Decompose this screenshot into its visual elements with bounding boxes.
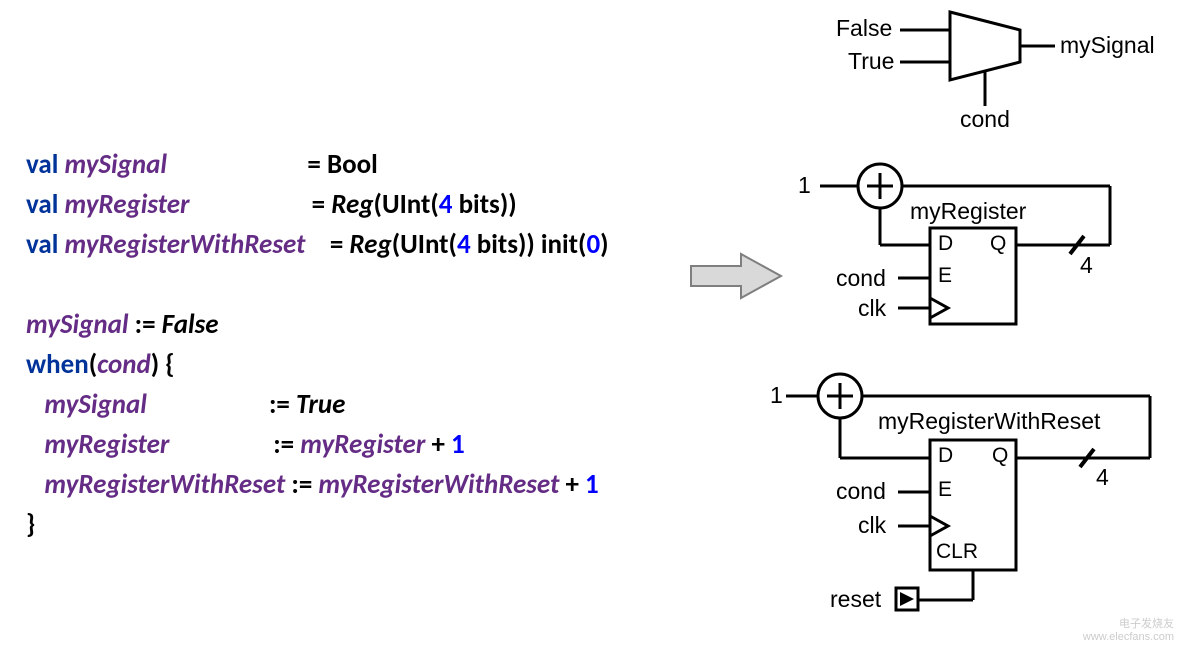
id-mySignal: mySignal <box>26 308 129 341</box>
type-bool: Bool <box>327 148 378 181</box>
brace-close: } <box>26 508 35 541</box>
eq: = <box>307 148 320 181</box>
port-d: D <box>938 232 953 256</box>
adder-input-1: 1 <box>770 382 783 409</box>
p: ) <box>600 228 608 261</box>
mux-diagram <box>870 6 1170 136</box>
signal-cond: cond <box>836 265 886 292</box>
p: ) { <box>151 348 175 381</box>
id-myRegister: myRegister <box>44 428 169 461</box>
signal-reset: reset <box>830 586 881 613</box>
id-myRegister: myRegister <box>300 428 425 461</box>
mux-output: mySignal <box>1060 32 1155 59</box>
op-plus: + <box>565 468 578 501</box>
op-assign: := <box>135 308 156 341</box>
register-name: myRegister <box>910 198 1026 225</box>
mux-input-false: False <box>836 15 892 42</box>
id-myRegisterWithReset: myRegisterWithReset <box>318 468 559 501</box>
register-reset-name: myRegisterWithReset <box>878 408 1100 435</box>
port-e: E <box>938 264 952 288</box>
watermark-line1: 电子发烧友 <box>1119 618 1174 630</box>
id-myRegister: myRegister <box>64 188 189 221</box>
reg: Reg <box>331 188 373 221</box>
p: (UInt( <box>392 228 457 261</box>
op-assign: := <box>269 388 290 421</box>
port-q: Q <box>992 444 1008 468</box>
id-mySignal: mySignal <box>64 148 167 181</box>
p: bits)) <box>452 188 516 221</box>
signal-clk: clk <box>858 295 886 322</box>
watermark-line2: www.elecfans.com <box>1083 631 1174 643</box>
val-true: True <box>296 388 345 421</box>
val-false: False <box>162 308 219 341</box>
code-block: val mySignal = Bool val myRegister = Reg… <box>26 105 609 545</box>
arrow-icon <box>686 246 786 306</box>
p: ( <box>89 348 97 381</box>
p: bits)) init( <box>471 228 587 261</box>
kw-when: when <box>26 348 89 381</box>
mux-select: cond <box>960 106 1010 133</box>
port-e: E <box>938 478 952 502</box>
diagram-area: False True mySignal cond 1 myRegister D … <box>780 0 1184 649</box>
bus-width-4: 4 <box>1096 464 1109 491</box>
port-d: D <box>938 444 953 468</box>
kw-val: val <box>26 148 58 181</box>
signal-clk: clk <box>858 512 886 539</box>
num-0: 0 <box>586 228 600 261</box>
register-diagram <box>790 150 1180 340</box>
adder-input-1: 1 <box>798 172 811 199</box>
watermark: 电子发烧友 www.elecfans.com <box>1083 615 1174 643</box>
num-1: 1 <box>451 428 465 461</box>
mux-input-true: True <box>848 48 894 75</box>
reg: Reg <box>349 228 391 261</box>
port-clr: CLR <box>936 540 978 564</box>
op-plus: + <box>431 428 444 461</box>
eq: = <box>330 228 343 261</box>
kw-val: val <box>26 188 58 221</box>
id-myRegisterWithReset: myRegisterWithReset <box>64 228 305 261</box>
eq: = <box>312 188 325 221</box>
port-q: Q <box>990 232 1006 256</box>
bus-width-4: 4 <box>1080 252 1093 279</box>
num-4: 4 <box>457 228 471 261</box>
op-assign: := <box>273 428 294 461</box>
id-mySignal: mySignal <box>44 388 147 421</box>
signal-cond: cond <box>836 478 886 505</box>
op-assign: := <box>291 468 312 501</box>
p: (UInt( <box>374 188 439 221</box>
num-1: 1 <box>585 468 599 501</box>
id-myRegisterWithReset: myRegisterWithReset <box>44 468 285 501</box>
num-4: 4 <box>439 188 453 221</box>
kw-val: val <box>26 228 58 261</box>
id-cond: cond <box>97 348 151 381</box>
